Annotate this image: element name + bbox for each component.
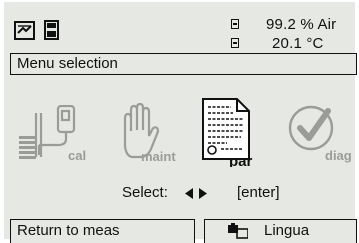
softkey-label: Lingua <box>264 222 310 239</box>
sensor-indicator-icon <box>231 38 239 48</box>
menu-item-maint[interactable]: maint <box>116 102 186 167</box>
menu-title: Menu selection <box>10 53 357 75</box>
temperature-reading: 20.1 °C <box>272 35 324 52</box>
menu-item-diag[interactable]: diag <box>288 105 354 168</box>
menu-item-cal[interactable]: cal <box>19 104 91 166</box>
language-icon <box>228 223 248 239</box>
calibration-status-icon <box>14 21 35 40</box>
oxygen-reading: 99.2 % Air <box>266 16 337 33</box>
menu-item-label: par <box>229 153 253 167</box>
select-label: Select: <box>122 184 168 201</box>
menu-item-label: cal <box>68 148 86 161</box>
return-to-meas-softkey[interactable]: Return to meas <box>10 219 195 243</box>
checkmark-icon: diag <box>288 105 352 163</box>
sensor-indicator-icon <box>231 19 239 29</box>
calibration-icon: cal <box>19 104 86 163</box>
menu-item-label: maint <box>141 149 176 162</box>
document-icon: par <box>202 98 253 170</box>
lingua-softkey[interactable]: Lingua <box>204 219 357 243</box>
enter-hint: [enter] <box>237 184 280 201</box>
left-right-arrows-icon <box>185 188 207 199</box>
softkey-label: Return to meas <box>17 222 120 239</box>
sensor-status-icon <box>44 20 59 40</box>
menu-item-par[interactable]: par <box>201 97 265 172</box>
menu-item-label: diag <box>325 148 352 163</box>
hand-icon: maint <box>123 102 176 164</box>
device-display: 99.2 % Air 20.1 °C Menu selection cal ma… <box>4 2 357 243</box>
